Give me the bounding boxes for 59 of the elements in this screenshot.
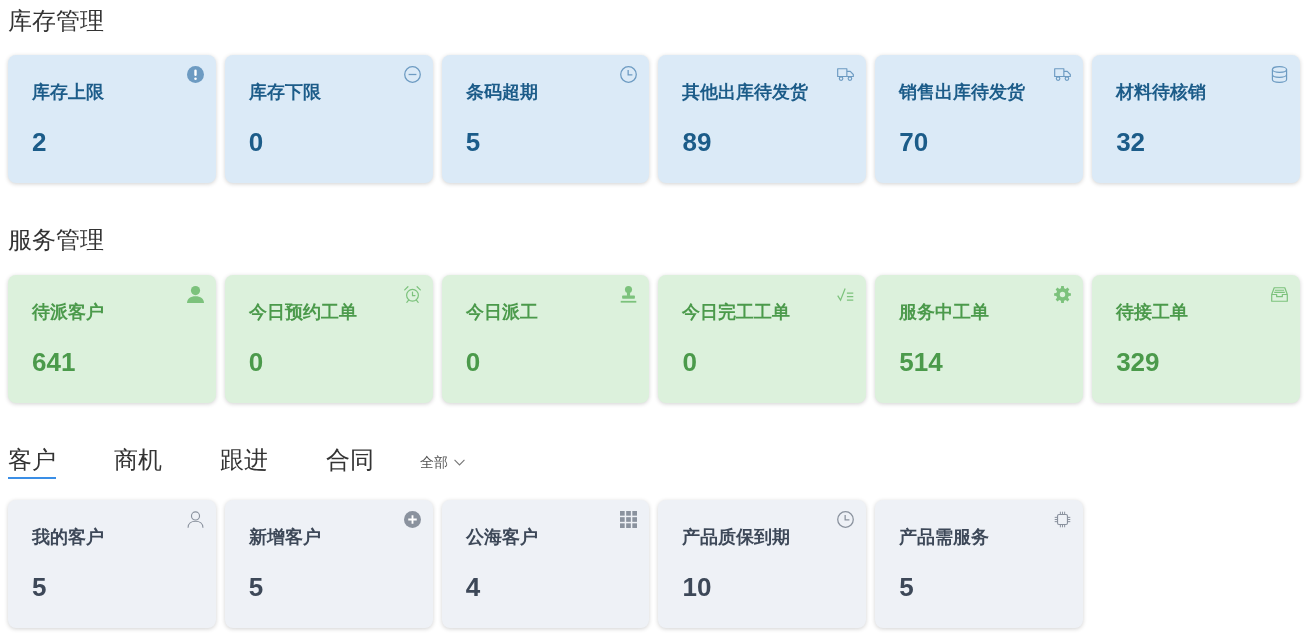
card-title: 今日完工工单	[682, 301, 791, 324]
clock-icon	[837, 511, 855, 528]
card-title: 其他出库待发货	[682, 81, 809, 104]
stat-value: 10	[682, 571, 712, 603]
stat-value: 329	[1116, 346, 1160, 378]
grid-icon	[620, 511, 638, 528]
card-title: 产品需服务	[899, 526, 990, 549]
inbox-icon	[1271, 286, 1288, 303]
card-title: 条码超期	[465, 81, 538, 104]
user-icon	[186, 286, 204, 303]
filter-dropdown[interactable]: 全部	[420, 452, 465, 472]
truck-icon	[837, 66, 855, 83]
stat-value: 0	[465, 346, 481, 378]
stat-value: 32	[1116, 126, 1146, 158]
database-icon	[1271, 66, 1288, 83]
card-title: 服务中工单	[899, 301, 990, 324]
card-title: 待派客户	[32, 301, 104, 324]
chip-icon	[1054, 511, 1072, 528]
card-title: 库存上限	[32, 81, 104, 104]
card-title: 材料待核销	[1116, 81, 1207, 104]
stat-value: 0	[248, 126, 264, 158]
card-title: 产品质保到期	[682, 526, 791, 549]
section-title: 服务管理	[8, 225, 104, 255]
user-icon	[186, 511, 204, 528]
tab[interactable]: 合同	[326, 445, 374, 479]
gear-icon	[1054, 286, 1072, 303]
card-title: 公海客户	[465, 526, 538, 549]
stamp-icon	[620, 286, 638, 303]
stat-value: 89	[682, 126, 712, 158]
card-title: 销售出库待发货	[899, 81, 1026, 104]
tab[interactable]: 商机	[114, 445, 162, 479]
stat-value: 641	[32, 346, 76, 378]
card-title: 我的客户	[32, 526, 104, 549]
stat-value: 0	[248, 346, 264, 378]
stat-value: 0	[682, 346, 697, 378]
truck-icon	[1054, 66, 1072, 83]
tab[interactable]: 客户	[8, 445, 56, 479]
section-title: 库存管理	[8, 6, 104, 36]
card-title: 今日预约工单	[248, 301, 357, 324]
card-title: 新增客户	[248, 526, 321, 549]
checklist-icon	[837, 286, 855, 303]
plus-circle-icon	[403, 511, 421, 528]
stat-value: 514	[899, 346, 943, 378]
chevron-down-icon	[454, 458, 465, 466]
stat-value: 2	[32, 126, 47, 158]
tab[interactable]: 跟进	[220, 445, 268, 479]
stat-value: 4	[465, 571, 481, 603]
stat-value: 5	[32, 571, 47, 603]
stat-value: 70	[899, 126, 929, 158]
card-title: 待接工单	[1116, 301, 1189, 324]
stat-value: 5	[899, 571, 914, 603]
alarm-clock-icon	[403, 286, 421, 303]
stat-value: 5	[465, 126, 481, 158]
card-title: 库存下限	[248, 81, 321, 104]
stat-value: 5	[248, 571, 264, 603]
minus-circle-icon	[403, 66, 421, 83]
exclamation-icon	[186, 66, 204, 83]
clock-icon	[620, 66, 638, 83]
card-title: 今日派工	[465, 301, 538, 324]
